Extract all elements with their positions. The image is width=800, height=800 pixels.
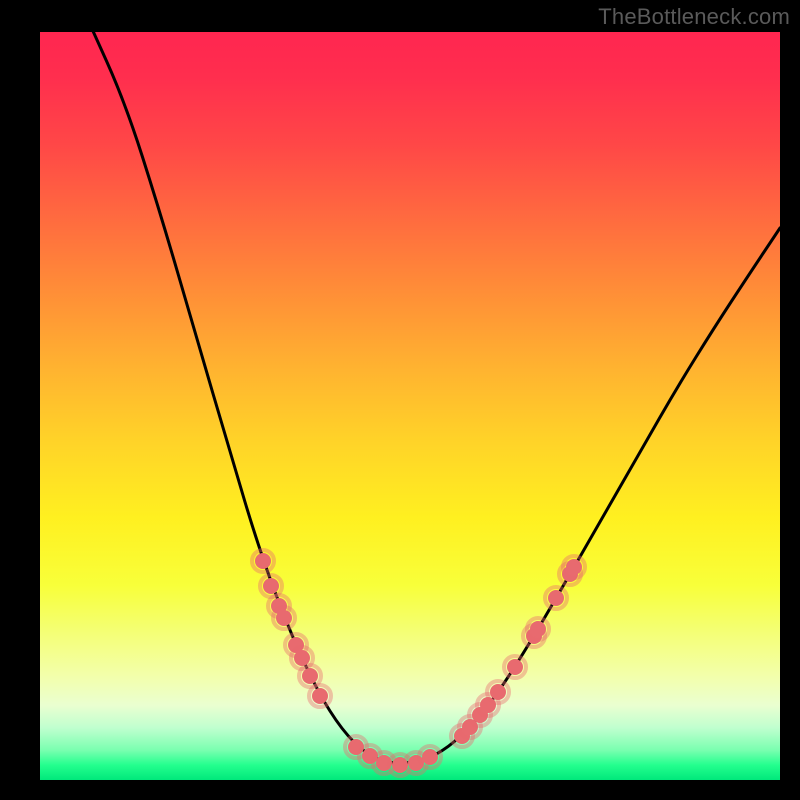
data-marker (312, 688, 328, 704)
data-marker (422, 749, 438, 765)
chart-root: TheBottleneck.com (0, 0, 800, 800)
data-marker (302, 668, 318, 684)
data-marker (530, 621, 546, 637)
plot-area (40, 32, 780, 780)
data-marker (548, 590, 564, 606)
data-marker (255, 553, 271, 569)
data-marker (276, 610, 292, 626)
data-marker (490, 684, 506, 700)
data-marker (566, 559, 582, 575)
data-marker (263, 578, 279, 594)
data-marker (507, 659, 523, 675)
curve-layer (40, 32, 780, 780)
watermark-text: TheBottleneck.com (598, 4, 790, 30)
marker-group (252, 550, 585, 776)
bottleneck-curve (88, 32, 780, 763)
